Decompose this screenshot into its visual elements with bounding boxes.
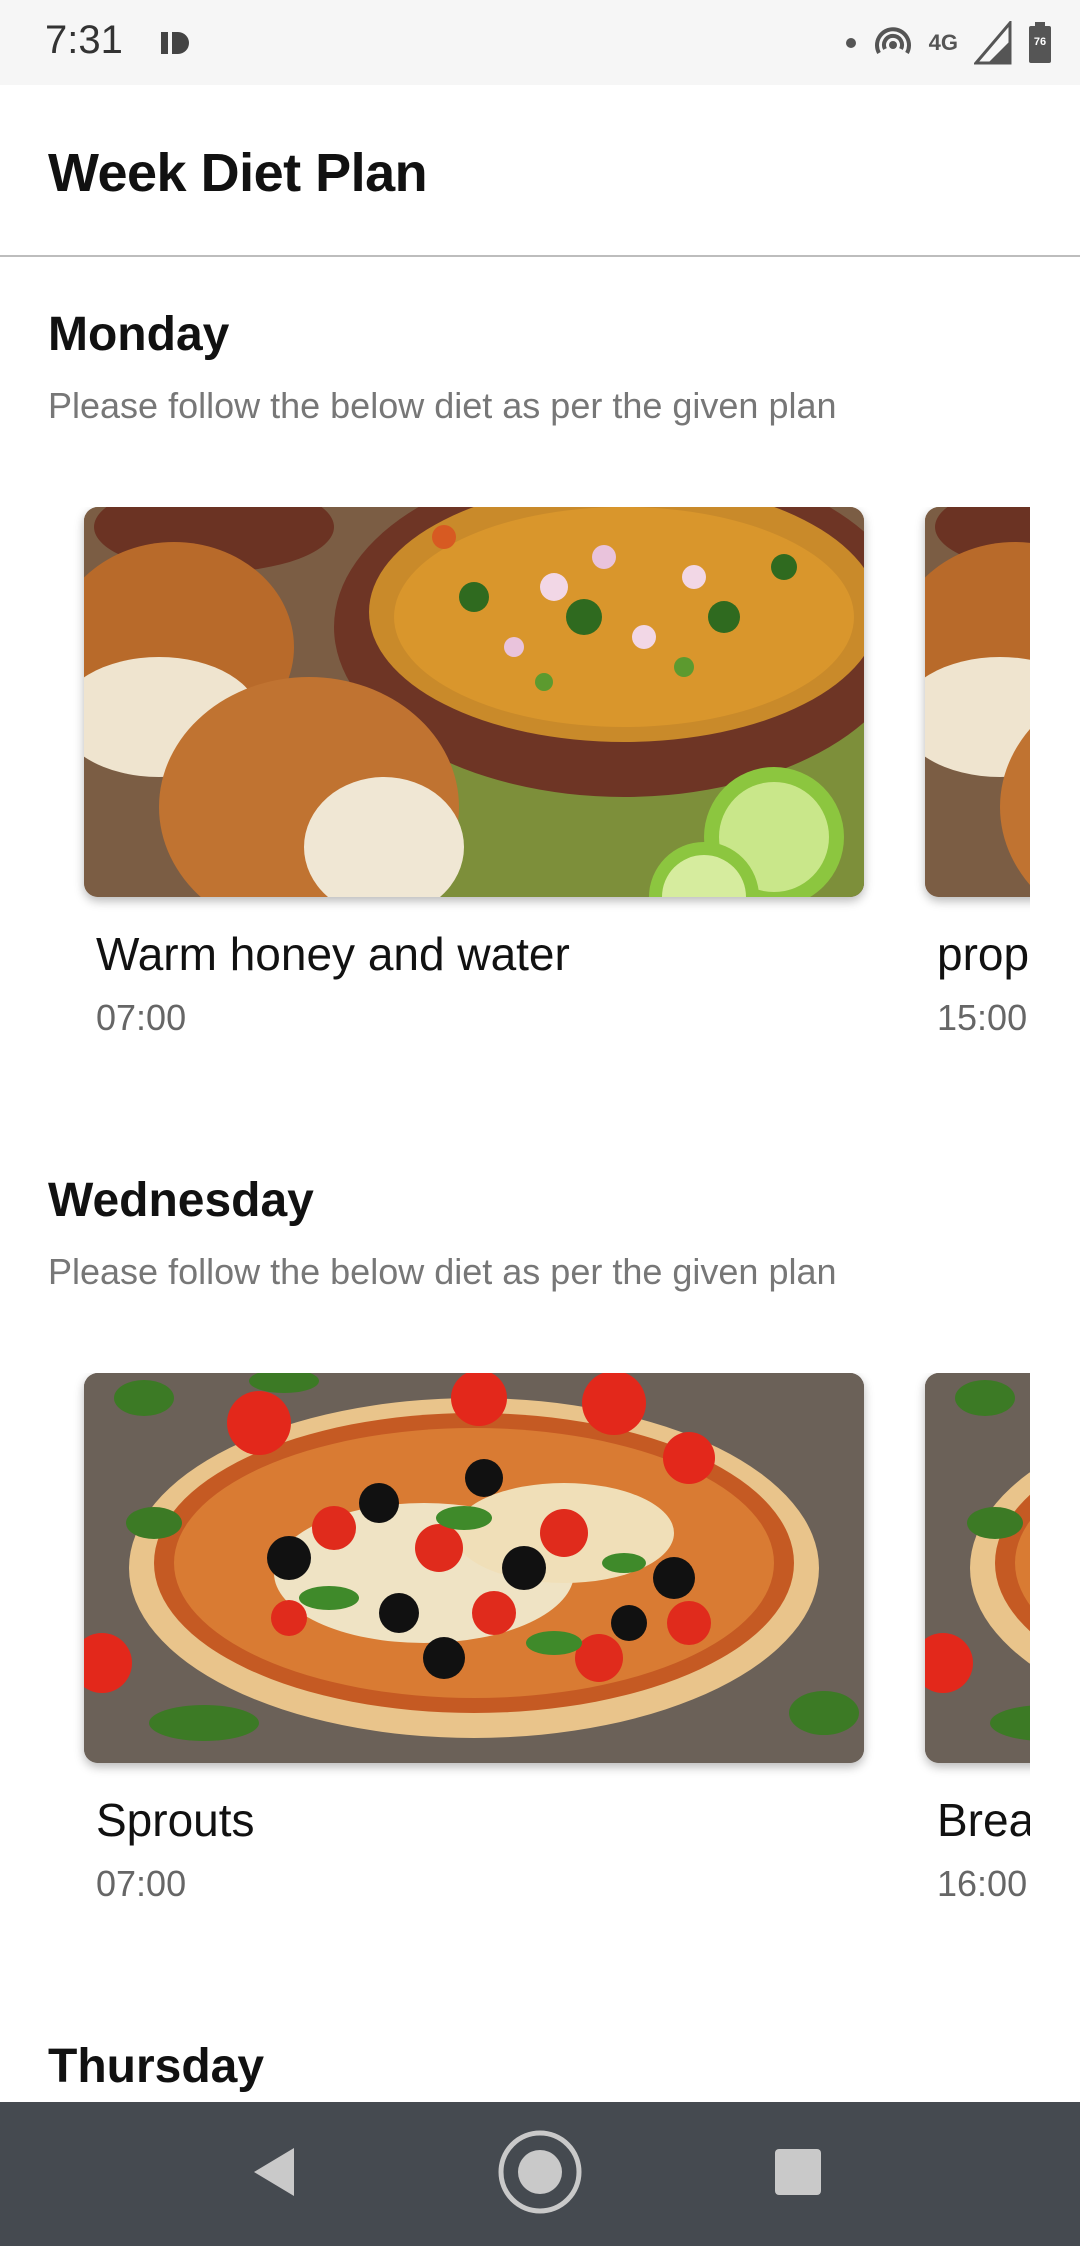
signal-icon [974,21,1012,65]
meal-image [84,1373,864,1763]
meal-time: 16:00 [937,1863,1028,1904]
home-icon [496,2128,584,2221]
status-bar: 7:31 4G 76 [0,0,1080,85]
home-button[interactable] [468,2102,612,2246]
meal-title: Warm honey and water [96,928,570,980]
meal-carousel[interactable]: Warm honey and water 07:00 prop 15:00 [0,507,1030,1067]
back-button[interactable] [203,2102,347,2246]
day-section-monday: Monday Please follow the below diet as p… [0,257,1080,1123]
back-icon [250,2146,300,2203]
data-saver-icon [158,26,192,60]
day-title: Thursday [48,2040,265,2093]
meal-image [925,507,1030,897]
hotspot-icon [873,25,913,61]
meal-time: 07:00 [96,1863,187,1904]
recents-button[interactable] [726,2102,870,2246]
diet-plan-list[interactable]: Monday Please follow the below diet as p… [0,257,1080,2102]
app-bar: Week Diet Plan [0,85,1080,257]
day-section-wednesday: Wednesday Please follow the below diet a… [0,1123,1080,1989]
meal-title: Brea [937,1794,1030,1846]
day-subtitle: Please follow the below diet as per the … [48,385,837,426]
day-title: Monday [48,308,230,361]
meal-title: prop [937,928,1030,980]
meal-title: Sprouts [96,1794,255,1846]
battery-level: 76 [1033,36,1047,48]
system-nav-bar [0,2102,1080,2246]
status-icons: 4G 76 [845,18,1052,68]
day-title: Wednesday [48,1174,314,1227]
status-time: 7:31 [45,18,123,62]
meal-image [925,1373,1030,1763]
meal-carousel[interactable]: Sprouts 07:00 Brea 16:00 [0,1373,1030,1933]
recents-icon [775,2148,821,2200]
page-title: Week Diet Plan [48,143,428,203]
battery-icon: 76 [1028,22,1052,64]
meal-image [84,507,864,897]
network-type-label: 4G [928,30,958,55]
day-subtitle: Please follow the below diet as per the … [48,1251,837,1292]
day-section-thursday: Thursday [0,1989,1080,2102]
meal-time: 15:00 [937,997,1028,1038]
meal-time: 07:00 [96,997,187,1038]
notification-dot-icon [845,37,857,49]
